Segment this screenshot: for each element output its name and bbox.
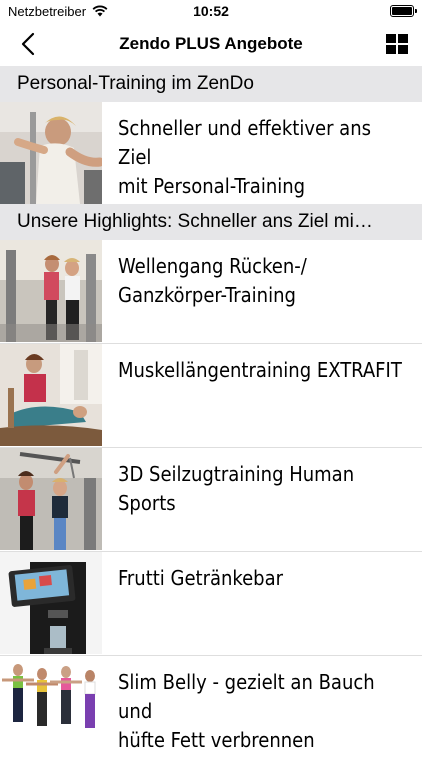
item-title: Wellengang Rücken-/ Ganzkörper-Training [102,240,319,310]
battery-icon [390,5,417,17]
item-title-line: Frutti Getränkebar [118,566,284,590]
carrier-label: Netzbetreiber [8,3,87,19]
wifi-icon [92,5,108,17]
item-title: Schneller und effektiver ans Ziel mit Pe… [102,102,422,201]
item-title-line: Muskellängentraining EXTRAFIT [118,358,402,382]
item-title: Frutti Getränkebar [102,552,295,593]
item-title-line: 3D Seilzugtraining Human Sports [118,462,355,515]
navigation-bar: Zendo PLUS Angebote [0,22,422,66]
status-bar: Netzbetreiber 10:52 [0,0,422,22]
thumbnail-3d-seilzug [0,448,102,550]
thumbnail-extrafit [0,344,102,446]
list-item-3d-seilzug[interactable]: 3D Seilzugtraining Human Sports [0,448,422,552]
thumbnail-slim-belly [0,656,102,758]
list-item-extrafit[interactable]: Muskellängentraining EXTRAFIT [0,344,422,448]
item-title: Slim Belly - gezielt an Bauch und hüfte … [102,656,422,755]
item-title-line: Wellengang Rücken-/ [118,254,307,278]
thumbnail-personal-training [0,102,102,204]
grid-view-button[interactable] [386,34,408,54]
thumbnail-wellengang [0,240,102,342]
item-title-line: mit Personal-Training [118,174,306,198]
list-item-wellengang[interactable]: Wellengang Rücken-/ Ganzkörper-Training [0,240,422,344]
item-title-line: hüfte Fett verbrennen [118,728,315,752]
list-item-slim-belly[interactable]: Slim Belly - gezielt an Bauch und hüfte … [0,656,422,760]
status-left: Netzbetreiber [8,4,108,19]
page-title: Zendo PLUS Angebote [119,34,303,53]
section-header-personal-training: Personal-Training im ZenDo [0,66,422,102]
list-item-frutti[interactable]: Frutti Getränkebar [0,552,422,656]
section-header-highlights: Unsere Highlights: Schneller ans Ziel mi… [0,204,422,240]
list-item-personal-training[interactable]: Schneller und effektiver ans Ziel mit Pe… [0,102,422,204]
grid-icon [386,34,408,54]
chevron-left-icon [21,32,35,56]
item-title-line: Slim Belly - gezielt an Bauch und [118,670,375,723]
item-title: Muskellängentraining EXTRAFIT [102,344,414,385]
item-title-line: Schneller und effektiver ans Ziel [118,116,371,169]
item-title: 3D Seilzugtraining Human Sports [102,448,422,518]
item-title-line: Ganzkörper-Training [118,283,296,307]
thumbnail-frutti [0,552,102,654]
offers-list: Personal-Training im ZenDo Schneller und… [0,66,422,760]
back-button[interactable] [14,30,42,58]
